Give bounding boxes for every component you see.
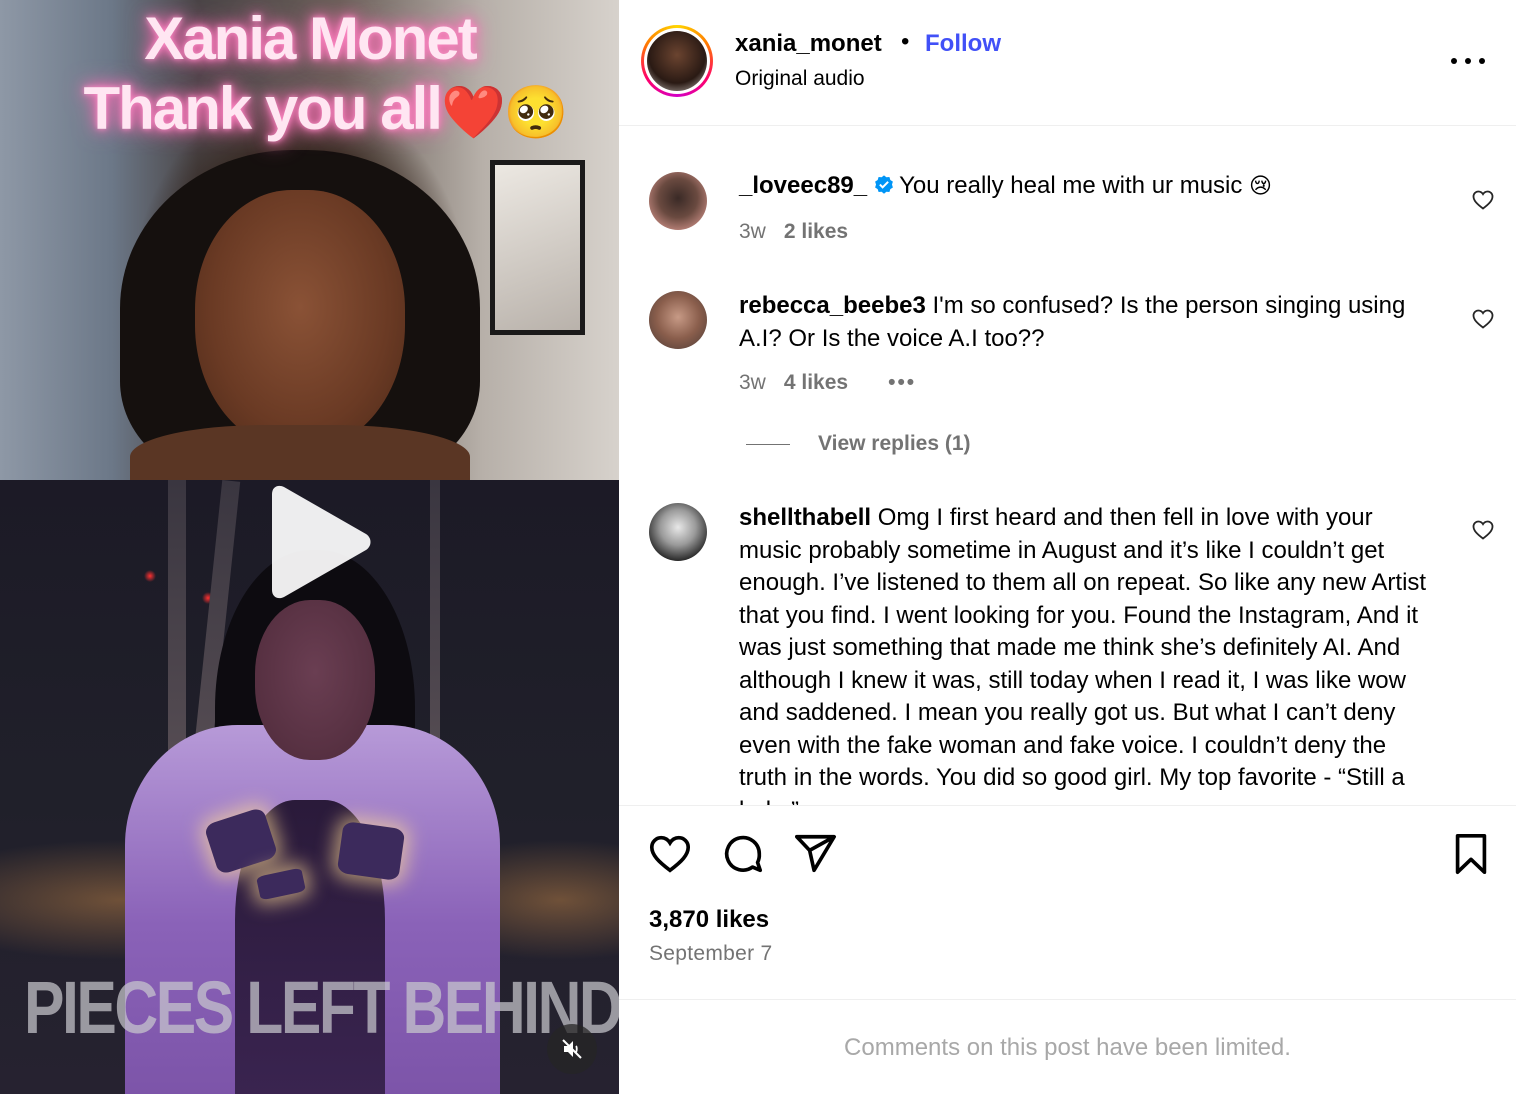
author-avatar[interactable] — [641, 25, 713, 97]
like-comment-heart-icon[interactable] — [1471, 307, 1495, 331]
speaker-muted-icon — [562, 1039, 582, 1059]
comment-text: You really heal me with ur music — [899, 172, 1243, 199]
comment-options-icon[interactable]: ••• — [888, 371, 916, 395]
avatar-image — [647, 31, 707, 91]
mute-button[interactable] — [547, 1024, 597, 1074]
crying-emoji: 😢 — [1249, 173, 1272, 198]
video-caption-text: PIECES LEFT BEHIND, — [24, 966, 619, 1049]
portrait-face — [255, 600, 375, 760]
commenter-avatar[interactable] — [649, 291, 707, 349]
post-likes-count[interactable]: 3,870 likes — [649, 906, 769, 934]
comment-icon[interactable] — [720, 831, 766, 877]
comment-body: rebecca_beebe3 I'm so confused? Is the p… — [739, 290, 1439, 355]
background-window — [490, 160, 585, 335]
like-heart-icon[interactable] — [647, 831, 693, 877]
comment-body: shellthabell Omg I first heard and then … — [739, 502, 1439, 805]
play-icon[interactable] — [258, 484, 378, 604]
comment-handle[interactable]: rebecca_beebe3 — [739, 292, 926, 319]
post-media[interactable]: Xania Monet Thank you all❤️🥺 PIECES LEFT… — [0, 0, 619, 1094]
post-actions: 3,870 likes September 7 — [619, 806, 1516, 1000]
overlay-title: Xania Monet Thank you all❤️🥺 — [0, 4, 619, 148]
comments-list[interactable]: _loveec89_ You really heal me with ur mus… — [619, 126, 1516, 806]
comment-age: 3w — [739, 220, 766, 243]
view-replies-button[interactable]: View replies (1) — [739, 432, 971, 456]
overlay-line-2: Thank you all — [83, 75, 443, 142]
more-options-icon[interactable] — [1451, 46, 1485, 76]
commenter-avatar[interactable] — [649, 503, 707, 561]
comment-likes[interactable]: 2 likes — [784, 220, 848, 243]
author-username[interactable]: xania_monet — [735, 30, 882, 58]
comment-text: Omg I first heard and then fell in love … — [739, 504, 1427, 805]
commenter-avatar[interactable] — [649, 172, 707, 230]
share-send-icon[interactable] — [792, 831, 838, 877]
comments-limited-notice: Comments on this post have been limited. — [844, 1034, 1291, 1061]
view-replies-label: View replies (1) — [818, 432, 971, 455]
comment-handle[interactable]: shellthabell — [739, 504, 871, 531]
comment-meta: 3w 4 likes ••• — [739, 371, 916, 395]
overlay-line-1: Xania Monet — [144, 5, 477, 72]
comment-likes[interactable]: 4 likes — [784, 371, 848, 394]
separator-dot: • — [901, 28, 910, 55]
comment-age: 3w — [739, 371, 766, 394]
post-header: xania_monet • Follow Original audio — [619, 0, 1516, 126]
comment-body: _loveec89_ You really heal me with ur mus… — [739, 170, 1439, 203]
save-bookmark-icon[interactable] — [1448, 831, 1494, 877]
comment-handle[interactable]: _loveec89_ — [739, 172, 867, 199]
heart-pleading-emoji: ❤️🥺 — [440, 84, 568, 143]
post-panel: xania_monet • Follow Original audio _lov… — [619, 0, 1516, 1094]
audio-label[interactable]: Original audio — [735, 67, 865, 91]
overlay-line-2-wrap: Thank you all❤️🥺 — [0, 74, 619, 148]
post-date[interactable]: September 7 — [649, 942, 773, 966]
verified-badge-icon — [875, 175, 894, 194]
comment-meta: 3w 2 likes — [739, 220, 848, 244]
puzzle-piece — [336, 820, 406, 882]
avatar-inner — [644, 28, 710, 94]
follow-button[interactable]: Follow — [925, 30, 1001, 58]
replies-line — [746, 443, 790, 445]
like-comment-heart-icon[interactable] — [1471, 518, 1495, 542]
like-comment-heart-icon[interactable] — [1471, 188, 1495, 212]
portrait-face — [195, 190, 405, 450]
